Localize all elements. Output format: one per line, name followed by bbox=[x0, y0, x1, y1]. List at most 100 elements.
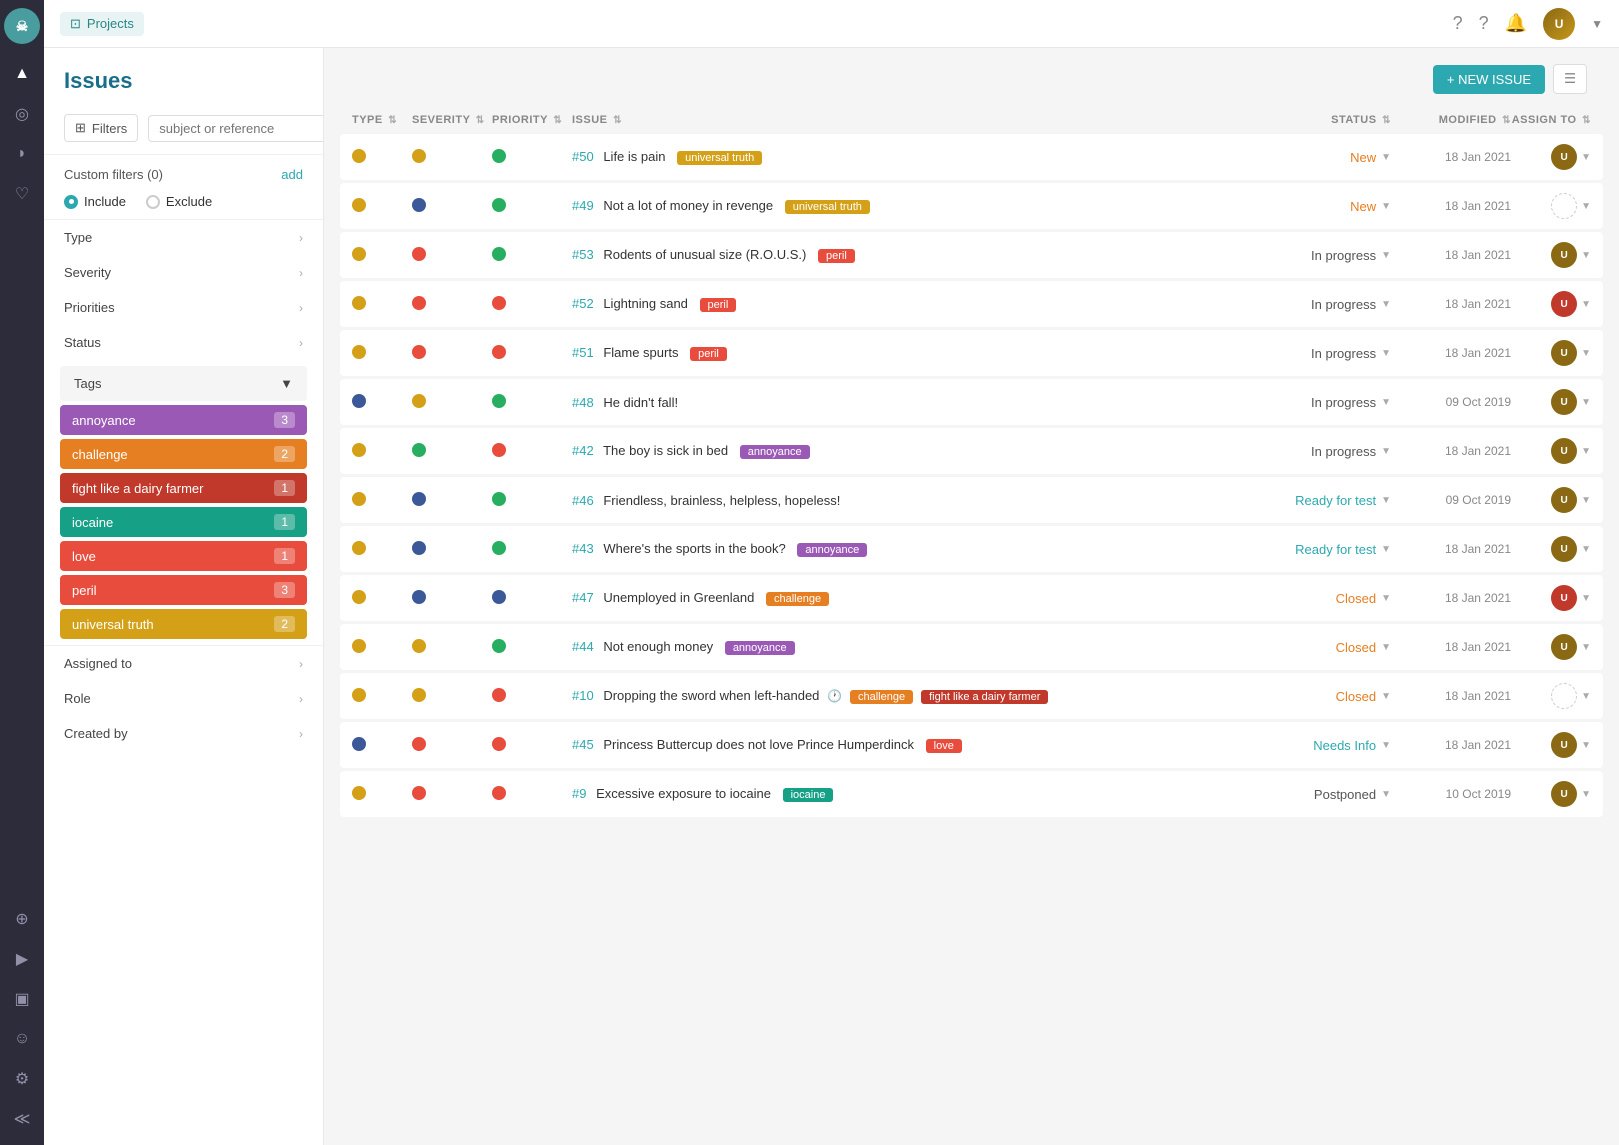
issue-status-cell[interactable]: New ▼ bbox=[1251, 199, 1391, 214]
filter-priorities[interactable]: Priorities › bbox=[44, 290, 323, 325]
user-avatar[interactable]: U bbox=[1543, 8, 1575, 40]
col-header-modified[interactable]: MODIFIED ⇅ bbox=[1391, 114, 1511, 126]
tag-annoyance[interactable]: annoyance 3 bbox=[60, 405, 307, 435]
status-chevron-icon[interactable]: ▼ bbox=[1381, 740, 1391, 751]
table-row[interactable]: #48 He didn't fall! In progress ▼ 09 Oct… bbox=[340, 379, 1603, 425]
filter-severity[interactable]: Severity › bbox=[44, 255, 323, 290]
table-row[interactable]: #46 Friendless, brainless, helpless, hop… bbox=[340, 477, 1603, 523]
table-row[interactable]: #49 Not a lot of money in revenge univer… bbox=[340, 183, 1603, 229]
exclude-radio[interactable] bbox=[146, 195, 160, 209]
table-row[interactable]: #43 Where's the sports in the book? anno… bbox=[340, 526, 1603, 572]
sidebar-icon-video[interactable]: ▶ bbox=[4, 941, 40, 977]
projects-breadcrumb[interactable]: ⊡ Projects bbox=[60, 12, 144, 36]
app-logo[interactable]: ☠ bbox=[4, 8, 40, 44]
status-chevron-icon[interactable]: ▼ bbox=[1381, 397, 1391, 408]
issue-status-cell[interactable]: Closed ▼ bbox=[1251, 640, 1391, 655]
assign-chevron-icon[interactable]: ▼ bbox=[1581, 593, 1591, 604]
exclude-option[interactable]: Exclude bbox=[146, 194, 212, 209]
add-filter-link[interactable]: add bbox=[281, 167, 303, 182]
table-row[interactable]: #50 Life is pain universal truth New ▼ 1… bbox=[340, 134, 1603, 180]
issue-assign-cell[interactable]: U ▼ bbox=[1511, 585, 1591, 611]
status-chevron-icon[interactable]: ▼ bbox=[1381, 642, 1391, 653]
sidebar-icon-settings[interactable]: ⚙ bbox=[4, 1061, 40, 1097]
sidebar-icon-collapse[interactable]: ≪ bbox=[4, 1101, 40, 1137]
assign-chevron-icon[interactable]: ▼ bbox=[1581, 250, 1591, 261]
issue-assign-cell[interactable]: U ▼ bbox=[1511, 536, 1591, 562]
issue-assign-cell[interactable]: ▼ bbox=[1511, 193, 1591, 219]
issue-assign-cell[interactable]: U ▼ bbox=[1511, 732, 1591, 758]
assign-chevron-icon[interactable]: ▼ bbox=[1581, 397, 1591, 408]
new-issue-button[interactable]: + NEW ISSUE bbox=[1433, 65, 1545, 94]
assign-chevron-icon[interactable]: ▼ bbox=[1581, 691, 1591, 702]
issue-status-cell[interactable]: In progress ▼ bbox=[1251, 444, 1391, 459]
status-chevron-icon[interactable]: ▼ bbox=[1381, 348, 1391, 359]
sidebar-icon-pages[interactable]: ▣ bbox=[4, 981, 40, 1017]
filter-created-by[interactable]: Created by › bbox=[44, 716, 323, 751]
issue-assign-cell[interactable]: U ▼ bbox=[1511, 781, 1591, 807]
sidebar-icon-issues[interactable]: ◗ bbox=[4, 136, 40, 172]
status-chevron-icon[interactable]: ▼ bbox=[1381, 593, 1391, 604]
issue-assign-cell[interactable]: U ▼ bbox=[1511, 144, 1591, 170]
include-radio[interactable] bbox=[64, 195, 78, 209]
assign-chevron-icon[interactable]: ▼ bbox=[1581, 495, 1591, 506]
assign-chevron-icon[interactable]: ▼ bbox=[1581, 642, 1591, 653]
issue-assign-cell[interactable]: U ▼ bbox=[1511, 242, 1591, 268]
sidebar-icon-team[interactable]: ☺ bbox=[4, 1021, 40, 1057]
issue-status-cell[interactable]: In progress ▼ bbox=[1251, 297, 1391, 312]
col-header-severity[interactable]: SEVERITY ⇅ bbox=[412, 114, 492, 126]
tags-header[interactable]: Tags ▼ bbox=[60, 366, 307, 401]
issue-assign-cell[interactable]: U ▼ bbox=[1511, 438, 1591, 464]
search-input[interactable] bbox=[148, 115, 324, 142]
table-row[interactable]: #42 The boy is sick in bed annoyance In … bbox=[340, 428, 1603, 474]
issue-assign-cell[interactable]: U ▼ bbox=[1511, 340, 1591, 366]
sidebar-icon-search[interactable]: ⊕ bbox=[4, 901, 40, 937]
status-chevron-icon[interactable]: ▼ bbox=[1381, 152, 1391, 163]
user-chevron-icon[interactable]: ▼ bbox=[1591, 17, 1603, 31]
status-chevron-icon[interactable]: ▼ bbox=[1381, 446, 1391, 457]
table-row[interactable]: #44 Not enough money annoyance Closed ▼ … bbox=[340, 624, 1603, 670]
table-row[interactable]: #47 Unemployed in Greenland challenge Cl… bbox=[340, 575, 1603, 621]
tag-love[interactable]: love 1 bbox=[60, 541, 307, 571]
filter-assigned-to[interactable]: Assigned to › bbox=[44, 646, 323, 681]
table-row[interactable]: #45 Princess Buttercup does not love Pri… bbox=[340, 722, 1603, 768]
table-row[interactable]: #52 Lightning sand peril In progress ▼ 1… bbox=[340, 281, 1603, 327]
tag-peril[interactable]: peril 3 bbox=[60, 575, 307, 605]
tag-iocaine[interactable]: iocaine 1 bbox=[60, 507, 307, 537]
issue-status-cell[interactable]: In progress ▼ bbox=[1251, 248, 1391, 263]
include-option[interactable]: Include bbox=[64, 194, 126, 209]
status-chevron-icon[interactable]: ▼ bbox=[1381, 299, 1391, 310]
status-chevron-icon[interactable]: ▼ bbox=[1381, 495, 1391, 506]
tag-fight[interactable]: fight like a dairy farmer 1 bbox=[60, 473, 307, 503]
assign-chevron-icon[interactable]: ▼ bbox=[1581, 446, 1591, 457]
filter-type[interactable]: Type › bbox=[44, 220, 323, 255]
status-chevron-icon[interactable]: ▼ bbox=[1381, 789, 1391, 800]
tag-challenge[interactable]: challenge 2 bbox=[60, 439, 307, 469]
sidebar-icon-home[interactable]: ▲ bbox=[4, 56, 40, 92]
issue-status-cell[interactable]: Needs Info ▼ bbox=[1251, 738, 1391, 753]
col-header-type[interactable]: TYPE ⇅ bbox=[352, 114, 412, 126]
sidebar-icon-bookmark[interactable]: ♡ bbox=[4, 176, 40, 212]
col-header-status[interactable]: STATUS ⇅ bbox=[1251, 114, 1391, 126]
tag-universal[interactable]: universal truth 2 bbox=[60, 609, 307, 639]
group-button[interactable]: ☰ bbox=[1553, 64, 1587, 94]
table-row[interactable]: #51 Flame spurts peril In progress ▼ 18 … bbox=[340, 330, 1603, 376]
issue-assign-cell[interactable]: U ▼ bbox=[1511, 389, 1591, 415]
sidebar-icon-timeline[interactable]: ◎ bbox=[4, 96, 40, 132]
issue-status-cell[interactable]: New ▼ bbox=[1251, 150, 1391, 165]
assign-chevron-icon[interactable]: ▼ bbox=[1581, 152, 1591, 163]
assign-chevron-icon[interactable]: ▼ bbox=[1581, 299, 1591, 310]
col-header-priority[interactable]: PRIORITY ⇅ bbox=[492, 114, 572, 126]
issue-assign-cell[interactable]: U ▼ bbox=[1511, 291, 1591, 317]
issue-assign-cell[interactable]: U ▼ bbox=[1511, 634, 1591, 660]
table-row[interactable]: #53 Rodents of unusual size (R.O.U.S.) p… bbox=[340, 232, 1603, 278]
issue-status-cell[interactable]: Ready for test ▼ bbox=[1251, 542, 1391, 557]
assign-chevron-icon[interactable]: ▼ bbox=[1581, 740, 1591, 751]
status-chevron-icon[interactable]: ▼ bbox=[1381, 250, 1391, 261]
issue-status-cell[interactable]: Closed ▼ bbox=[1251, 689, 1391, 704]
filters-button[interactable]: ⊞ Filters bbox=[64, 114, 138, 142]
notifications-icon[interactable]: 🔔 bbox=[1505, 13, 1527, 34]
status-chevron-icon[interactable]: ▼ bbox=[1381, 691, 1391, 702]
help-icon[interactable]: ? bbox=[1479, 13, 1489, 34]
assign-chevron-icon[interactable]: ▼ bbox=[1581, 348, 1591, 359]
issue-status-cell[interactable]: In progress ▼ bbox=[1251, 395, 1391, 410]
